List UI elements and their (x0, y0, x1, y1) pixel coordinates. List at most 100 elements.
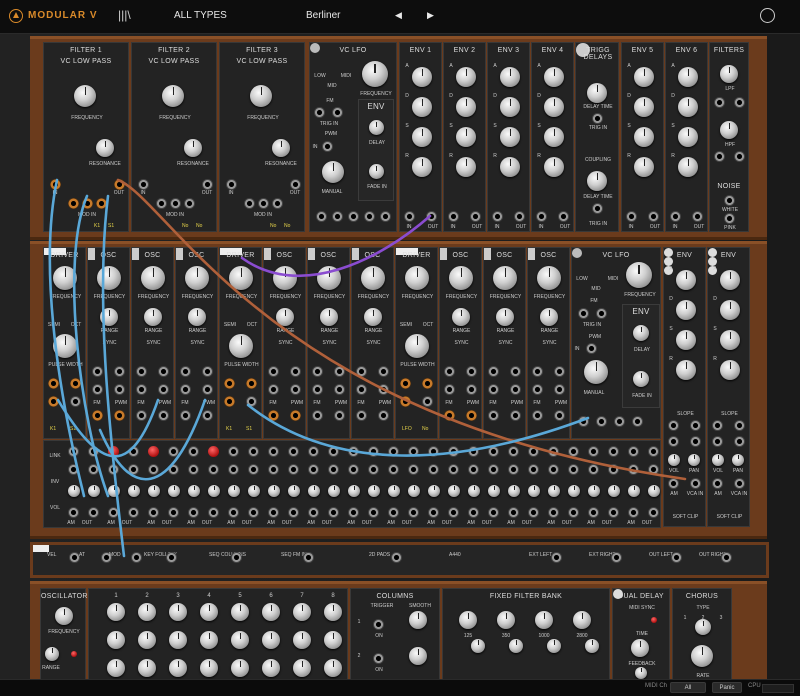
mod-in-jack[interactable] (272, 198, 283, 209)
fm-jack[interactable] (180, 410, 191, 421)
inv-jack[interactable] (328, 464, 339, 475)
osc-frequency-knob[interactable] (55, 607, 73, 625)
vol-knob[interactable] (108, 485, 120, 497)
frequency-knob[interactable] (537, 266, 561, 290)
vol-knob[interactable] (348, 485, 360, 497)
fm-jack[interactable] (136, 410, 147, 421)
osc-wave-jack[interactable] (554, 384, 565, 395)
env-stage-knob[interactable] (544, 67, 564, 87)
frequency-knob[interactable] (229, 266, 253, 290)
vol-knob[interactable] (208, 485, 220, 497)
lfo-out-jack[interactable] (578, 416, 589, 427)
vol-knob[interactable] (488, 485, 500, 497)
vol-knob[interactable] (328, 485, 340, 497)
next-preset-icon[interactable]: ▶ (427, 10, 434, 21)
input-jack[interactable] (226, 179, 237, 190)
pulse-width-knob[interactable] (405, 334, 429, 358)
inv-jack[interactable] (628, 464, 639, 475)
osc-wave-jack[interactable] (158, 384, 169, 395)
link-jack[interactable] (308, 446, 319, 457)
output-jack[interactable] (202, 179, 213, 190)
osc-wave-jack[interactable] (510, 366, 521, 377)
env-stage-knob[interactable] (500, 67, 520, 87)
env-stage-knob[interactable] (720, 360, 740, 380)
step-knob[interactable] (107, 659, 125, 677)
mod-in-jack[interactable] (82, 198, 93, 209)
lpf-out-jack[interactable] (734, 97, 745, 108)
mod-in-jack[interactable] (170, 198, 181, 209)
inv-jack[interactable] (368, 464, 379, 475)
step-knob[interactable] (200, 659, 218, 677)
mod-jack[interactable] (246, 396, 257, 407)
fade-in-knob[interactable] (633, 371, 649, 387)
pwm-jack[interactable] (378, 410, 389, 421)
am-jack[interactable] (668, 478, 679, 489)
env-jack[interactable] (668, 420, 679, 431)
env-stage-knob[interactable] (720, 300, 740, 320)
mod-in-jack[interactable] (96, 198, 107, 209)
osc-wave-jack[interactable] (114, 366, 125, 377)
link-button[interactable] (148, 446, 159, 457)
inv-jack[interactable] (288, 464, 299, 475)
pan-knob[interactable] (688, 454, 700, 466)
range-knob[interactable] (144, 308, 162, 326)
frequency-knob[interactable] (185, 266, 209, 290)
am-jack[interactable] (628, 507, 639, 518)
vol-knob[interactable] (428, 485, 440, 497)
resonance-knob[interactable] (272, 139, 290, 157)
env-stage-knob[interactable] (456, 157, 476, 177)
delay-time-knob[interactable] (631, 639, 649, 657)
am-jack[interactable] (548, 507, 559, 518)
step-knob[interactable] (107, 631, 125, 649)
pwm-manual-knob[interactable] (584, 360, 608, 384)
osc-wave-jack[interactable] (202, 384, 213, 395)
delay-time-knob[interactable] (587, 83, 607, 103)
range-knob[interactable] (320, 308, 338, 326)
pwm-jack[interactable] (158, 410, 169, 421)
lfo-wave-out-jack[interactable] (348, 211, 359, 222)
osc-wave-jack[interactable] (554, 366, 565, 377)
env-stage-knob[interactable] (678, 97, 698, 117)
env-jack[interactable] (690, 436, 701, 447)
step-knob[interactable] (293, 631, 311, 649)
fm-jack[interactable] (532, 410, 543, 421)
vol-knob[interactable] (148, 485, 160, 497)
strip-jack[interactable] (303, 552, 314, 563)
env-stage-knob[interactable] (720, 270, 740, 290)
osc-wave-jack[interactable] (180, 384, 191, 395)
link-jack[interactable] (88, 446, 99, 457)
out-jack[interactable] (288, 507, 299, 518)
filter-band-knob[interactable] (497, 611, 515, 629)
frequency-knob[interactable] (317, 266, 341, 290)
am-jack[interactable] (188, 507, 199, 518)
link-jack[interactable] (588, 446, 599, 457)
inv-jack[interactable] (508, 464, 519, 475)
smooth-knob[interactable] (409, 647, 427, 665)
mod-in-jack[interactable] (68, 198, 79, 209)
chorus-rate-knob[interactable] (691, 645, 713, 667)
env-in-jack[interactable] (404, 211, 415, 222)
env-stage-knob[interactable] (676, 270, 696, 290)
link-jack[interactable] (448, 446, 459, 457)
vol-knob[interactable] (288, 485, 300, 497)
arturia-logo-icon[interactable] (9, 9, 23, 23)
vol-knob[interactable] (248, 485, 260, 497)
am-jack[interactable] (68, 507, 79, 518)
lfo-wave-out-jack[interactable] (614, 416, 625, 427)
feedback-knob[interactable] (635, 667, 647, 679)
vol-knob[interactable] (68, 485, 80, 497)
strip-jack[interactable] (721, 552, 732, 563)
osc-wave-jack[interactable] (510, 384, 521, 395)
frequency-knob[interactable] (493, 266, 517, 290)
am-jack[interactable] (308, 507, 319, 518)
link-jack[interactable] (328, 446, 339, 457)
step-knob[interactable] (200, 631, 218, 649)
trig-in-jack[interactable] (592, 113, 603, 124)
inv-jack[interactable] (428, 464, 439, 475)
am-jack[interactable] (588, 507, 599, 518)
lfo-wave-out-jack[interactable] (364, 211, 375, 222)
fade-in-knob[interactable] (369, 164, 384, 179)
inv-jack[interactable] (568, 464, 579, 475)
step-knob[interactable] (231, 631, 249, 649)
inv-jack[interactable] (208, 464, 219, 475)
